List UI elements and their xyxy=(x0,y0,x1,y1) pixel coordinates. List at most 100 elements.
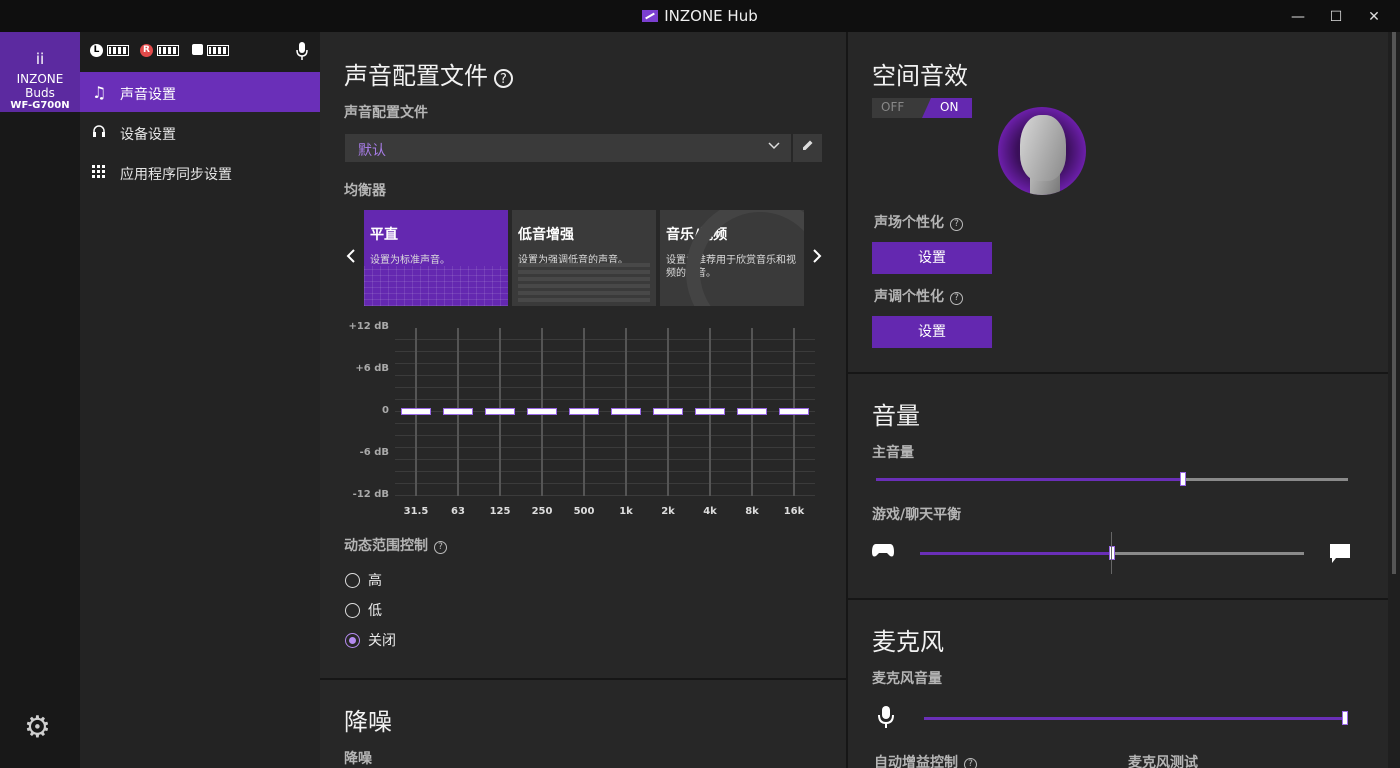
sound-field-setup-button[interactable]: 设置 xyxy=(872,242,992,274)
device-tab[interactable]: ⅰⅰ INZONE Buds WF-G700N xyxy=(0,32,80,112)
eq-band-label: 125 xyxy=(489,506,511,517)
chevron-right-icon[interactable] xyxy=(812,248,822,269)
edit-profile-button[interactable] xyxy=(793,134,822,162)
eq-band-label: 63 xyxy=(451,506,465,517)
master-volume-label: 主音量 xyxy=(872,445,914,461)
pencil-icon xyxy=(802,140,812,150)
eq-band-slider-2k[interactable] xyxy=(653,408,683,415)
equalizer-label: 均衡器 xyxy=(344,183,386,199)
radio-label: 低 xyxy=(368,603,382,619)
auto-gain-label: 自动增益控制? xyxy=(874,752,977,768)
eq-band-slider-16k[interactable] xyxy=(779,408,809,415)
profile-select[interactable]: 默认 xyxy=(345,134,791,162)
db-tick-label: +12 dB xyxy=(348,321,389,332)
eq-band-slider-1k[interactable] xyxy=(611,408,641,415)
preset-bass-boost[interactable]: 低音增强 设置为强调低音的声音。 xyxy=(512,210,656,306)
section-divider xyxy=(320,678,847,680)
profile-select-value: 默认 xyxy=(358,143,386,159)
preset-description: 设置为标准声音。 xyxy=(370,255,450,266)
inzone-logo-icon xyxy=(642,10,659,22)
eq-preset-carousel: 平直 设置为标准声音。 低音增强 设置为强调低音的声音。 音乐/视频 设置为推荐… xyxy=(364,210,804,306)
close-button[interactable]: ✕ xyxy=(1356,0,1392,32)
help-icon[interactable]: ? xyxy=(964,758,977,768)
radio-label: 关闭 xyxy=(368,633,396,649)
eq-band-label: 31.5 xyxy=(403,506,429,517)
sidebar-item-app-sync[interactable]: 应用程序同步设置 xyxy=(80,152,320,192)
settings-gear-icon[interactable]: ⚙ xyxy=(24,710,51,745)
sidebar-item-label: 声音设置 xyxy=(120,87,176,103)
radio-label: 高 xyxy=(368,573,382,589)
eq-band-label: 500 xyxy=(573,506,595,517)
battery-icon xyxy=(207,45,229,56)
db-tick-label: 0 xyxy=(382,405,389,416)
game-chat-balance-label: 游戏/聊天平衡 xyxy=(872,507,962,523)
maximize-button[interactable]: ☐ xyxy=(1318,0,1354,32)
eq-band-slider-4k[interactable] xyxy=(695,408,725,415)
balance-center-mark xyxy=(1111,532,1112,574)
headphones-icon xyxy=(92,124,108,142)
drc-option-2[interactable]: 关闭 xyxy=(345,630,396,650)
radio-button[interactable] xyxy=(345,573,360,588)
title-bar: INZONE Hub — ☐ ✕ xyxy=(0,0,1400,32)
eq-band-label: 8k xyxy=(745,506,759,517)
battery-icon xyxy=(107,45,129,56)
microphone-icon xyxy=(878,706,894,733)
eq-band-label: 1k xyxy=(619,506,633,517)
scrollbar-thumb[interactable] xyxy=(1392,32,1396,574)
eq-band-label: 2k xyxy=(661,506,675,517)
eq-band-slider-31.5[interactable] xyxy=(401,408,431,415)
eq-band-slider-8k[interactable] xyxy=(737,408,767,415)
mic-volume-slider[interactable] xyxy=(924,711,1348,725)
radio-button[interactable] xyxy=(345,603,360,618)
volume-title: 音量 xyxy=(872,402,920,430)
chevron-left-icon[interactable] xyxy=(346,248,356,269)
help-icon[interactable]: ? xyxy=(950,292,963,305)
spatial-audio-toggle[interactable]: OFF ON xyxy=(872,98,972,118)
radio-button[interactable] xyxy=(345,633,360,648)
toggle-on-label: ON xyxy=(940,100,959,114)
preset-title: 音乐/视频 xyxy=(666,227,728,243)
tone-setup-button[interactable]: 设置 xyxy=(872,316,992,348)
minimize-button[interactable]: — xyxy=(1280,0,1316,32)
preset-description: 设置为推荐用于欣赏音乐和视频的声音。 xyxy=(666,255,796,279)
preset-flat[interactable]: 平直 设置为标准声音。 xyxy=(364,210,508,306)
device-name: INZONE Buds xyxy=(16,72,64,100)
battery-status-bar: L R xyxy=(80,32,320,72)
preset-description: 设置为强调低音的声音。 xyxy=(518,255,628,266)
case-icon xyxy=(192,44,203,55)
eq-band-slider-63[interactable] xyxy=(443,408,473,415)
microphone-title: 麦克风 xyxy=(872,628,944,656)
eq-band-slider-125[interactable] xyxy=(485,408,515,415)
sidebar: L R ♫ 声音设置 设备设置 应用程序同步设置 xyxy=(80,32,320,768)
eq-band-slider-500[interactable] xyxy=(569,408,599,415)
right-panel: 空间音效 OFF ON 声场个性化? 设置 声调个性化? 设置 音量 主音量 游… xyxy=(848,32,1388,768)
battery-icon xyxy=(157,45,179,56)
db-tick-label: -6 dB xyxy=(359,447,389,458)
chevron-down-icon xyxy=(767,138,781,156)
eq-band-label: 250 xyxy=(531,506,553,517)
spatial-audio-title: 空间音效 xyxy=(872,62,968,90)
device-column: ⚙ xyxy=(0,112,80,768)
drc-option-0[interactable]: 高 xyxy=(345,570,382,590)
drc-option-1[interactable]: 低 xyxy=(345,600,382,620)
sidebar-item-device-settings[interactable]: 设备设置 xyxy=(80,112,320,152)
profile-label: 声音配置文件 xyxy=(344,105,428,121)
preset-title: 平直 xyxy=(370,227,398,243)
eq-band-slider-250[interactable] xyxy=(527,408,557,415)
preset-music-video[interactable]: 音乐/视频 设置为推荐用于欣赏音乐和视频的声音。 xyxy=(660,210,804,306)
game-chat-balance-slider[interactable] xyxy=(920,546,1304,560)
earbuds-icon: ⅰⅰ xyxy=(35,50,45,68)
db-tick-label: +6 dB xyxy=(355,363,389,374)
head-avatar xyxy=(998,107,1086,195)
help-icon[interactable]: ? xyxy=(434,541,447,554)
sidebar-item-sound-settings[interactable]: ♫ 声音设置 xyxy=(80,72,320,112)
right-panel-scrollbar[interactable] xyxy=(1390,32,1400,768)
microphone-icon xyxy=(296,42,308,60)
help-icon[interactable]: ? xyxy=(950,218,963,231)
device-model: WF-G700N xyxy=(10,100,70,111)
case-status xyxy=(192,44,229,56)
help-icon[interactable]: ? xyxy=(494,69,513,88)
sound-profile-title: 声音配置文件? xyxy=(344,56,513,91)
master-volume-slider[interactable] xyxy=(876,472,1348,486)
eq-band-label: 4k xyxy=(703,506,717,517)
